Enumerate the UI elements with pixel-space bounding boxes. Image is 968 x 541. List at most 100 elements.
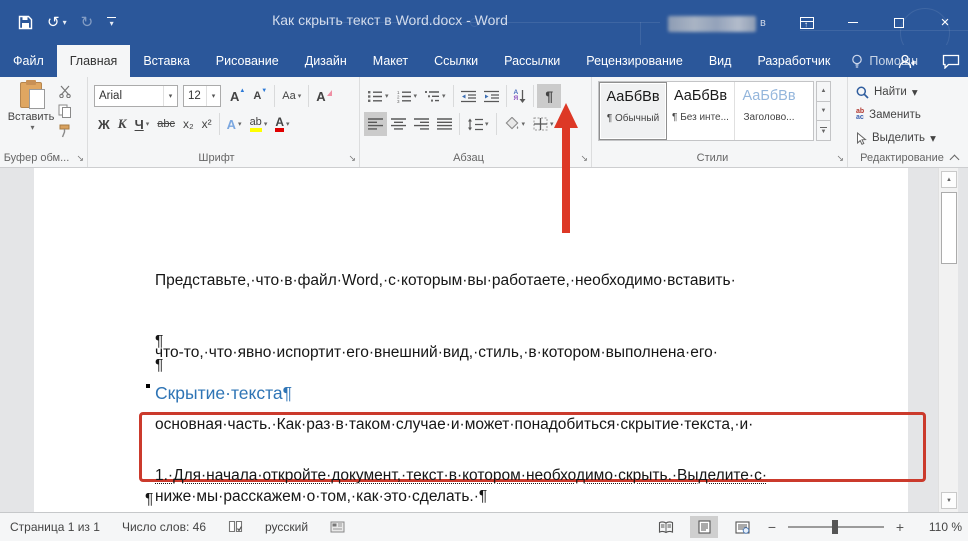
styles-dialog-launcher[interactable]: ↘: [836, 153, 844, 164]
scroll-down-icon: ▼: [946, 498, 952, 504]
styles-more-icon: ▼: [821, 129, 827, 135]
style-card-без-интервала[interactable]: АаБбВв ¶ Без инте...: [667, 82, 735, 140]
grow-font-button[interactable]: А▲: [226, 84, 249, 108]
scroll-up-button[interactable]: ▲: [941, 171, 957, 188]
styles-more-button[interactable]: ▼: [816, 121, 831, 141]
paragraph-group-label: Абзац: [360, 152, 577, 164]
multilevel-list-button[interactable]: ▾: [421, 84, 450, 108]
change-case-button[interactable]: Aa▾: [278, 84, 305, 108]
select-button[interactable]: Выделить ▾: [856, 129, 936, 147]
vertical-scrollbar[interactable]: ▲ ▼: [938, 168, 958, 512]
minimize-button[interactable]: [830, 0, 876, 45]
paragraph-dialog-launcher[interactable]: ↘: [580, 153, 588, 164]
styles-scroll-down-button[interactable]: ▼: [816, 102, 831, 122]
borders-icon: [533, 117, 548, 131]
lightbulb-icon: [851, 54, 863, 69]
tab-макет[interactable]: Макет: [360, 45, 421, 77]
tab-разработчик[interactable]: Разработчик: [744, 45, 843, 77]
word-count-status[interactable]: Число слов: 46: [122, 520, 206, 534]
italic-button[interactable]: К: [114, 112, 131, 136]
style-preview: АаБбВв: [742, 88, 795, 104]
zoom-out-button[interactable]: −: [766, 519, 778, 535]
proofing-status-icon[interactable]: [228, 520, 243, 534]
find-button[interactable]: Найти ▾: [856, 83, 936, 101]
replace-button[interactable]: abac Заменить: [856, 106, 936, 124]
tab-рассылки[interactable]: Рассылки: [491, 45, 573, 77]
align-center-button[interactable]: [387, 112, 410, 136]
text-effects-button[interactable]: А▾: [223, 112, 246, 136]
sort-button[interactable]: АЯ: [510, 84, 531, 108]
font-size-dropdown[interactable]: ▾: [206, 86, 220, 106]
macro-record-icon[interactable]: [330, 521, 345, 533]
highlight-button[interactable]: ab▾: [246, 112, 272, 136]
tab-вид[interactable]: Вид: [696, 45, 745, 77]
format-painter-icon[interactable]: [58, 124, 72, 138]
tab-рецензирование[interactable]: Рецензирование: [573, 45, 696, 77]
print-layout-button[interactable]: [690, 516, 718, 538]
justify-icon: [437, 118, 452, 130]
tab-файл[interactable]: Файл: [0, 45, 57, 77]
read-mode-button[interactable]: [652, 516, 680, 538]
zoom-in-button[interactable]: +: [894, 519, 906, 535]
page-number-status[interactable]: Страница 1 из 1: [10, 520, 100, 534]
font-name-dropdown[interactable]: ▾: [163, 86, 177, 106]
comment-icon[interactable]: [942, 54, 960, 69]
language-status[interactable]: русский: [265, 520, 308, 534]
maximize-button[interactable]: [876, 0, 922, 45]
superscript-button[interactable]: x²: [198, 112, 216, 136]
section-heading[interactable]: Скрытие·текста¶: [155, 383, 292, 404]
subscript-button[interactable]: x₂: [179, 112, 198, 136]
numbering-button[interactable]: 123 ▾: [393, 84, 422, 108]
select-label: Выделить: [872, 132, 925, 144]
red-arrow-shaft: [562, 127, 570, 233]
zoom-slider-thumb[interactable]: [832, 520, 838, 534]
zoom-slider[interactable]: [788, 526, 884, 528]
clipboard-dialog-launcher[interactable]: ↘: [76, 153, 84, 164]
copy-icon[interactable]: [58, 104, 72, 118]
web-layout-button[interactable]: [728, 516, 756, 538]
shrink-font-button[interactable]: А▼: [249, 84, 271, 108]
paste-button[interactable]: Вставить ▾: [8, 82, 54, 144]
cut-icon[interactable]: [58, 85, 73, 98]
underline-button[interactable]: Ч▾: [131, 112, 154, 136]
close-button[interactable]: ×: [922, 0, 968, 45]
tab-главная[interactable]: Главная: [57, 45, 131, 77]
styles-gallery-scroll: ▲ ▼ ▼: [816, 81, 831, 141]
style-name: ¶ Обычный: [607, 113, 659, 124]
clear-formatting-button[interactable]: А: [312, 84, 329, 108]
ribbon-display-options-button[interactable]: [784, 0, 830, 45]
ribbon-tabs: Файл Главная Вставка Рисование Дизайн Ма…: [0, 45, 968, 77]
clipboard-group-label: Буфер обм...: [0, 152, 73, 164]
decrease-indent-button[interactable]: [457, 84, 480, 108]
bullets-button[interactable]: ▾: [364, 84, 393, 108]
line-spacing-button[interactable]: ▾: [463, 112, 493, 136]
justify-button[interactable]: [433, 112, 456, 136]
style-card-заголовок[interactable]: АаБбВв Заголово...: [735, 82, 803, 140]
multilevel-list-icon: [425, 90, 440, 103]
styles-scroll-up-button[interactable]: ▲: [816, 81, 831, 102]
share-icon[interactable]: [898, 54, 916, 69]
font-size-combo[interactable]: 12 ▾: [183, 85, 221, 107]
shading-button[interactable]: ▾: [500, 112, 530, 136]
scroll-down-button[interactable]: ▼: [941, 492, 957, 509]
strikethrough-button[interactable]: abc: [153, 112, 179, 136]
collapse-ribbon-button[interactable]: [950, 155, 960, 161]
tab-ссылки[interactable]: Ссылки: [421, 45, 491, 77]
editing-group-label: Редактирование: [848, 152, 956, 164]
align-right-button[interactable]: [410, 112, 433, 136]
style-card-обычный[interactable]: АаБбВв ¶ Обычный: [599, 82, 667, 140]
increase-indent-button[interactable]: [480, 84, 503, 108]
increase-indent-icon: [484, 90, 499, 103]
scrollbar-thumb[interactable]: [941, 192, 957, 264]
align-left-button[interactable]: [364, 112, 387, 136]
tab-вставка[interactable]: Вставка: [130, 45, 202, 77]
tab-дизайн[interactable]: Дизайн: [292, 45, 360, 77]
bold-button[interactable]: Ж: [94, 112, 114, 136]
zoom-level[interactable]: 110 %: [916, 520, 962, 534]
tab-рисование[interactable]: Рисование: [203, 45, 292, 77]
font-name-combo[interactable]: Arial ▾: [94, 85, 178, 107]
font-color-button[interactable]: А▾: [271, 112, 293, 136]
scroll-down-icon: ▼: [821, 108, 827, 114]
font-dialog-launcher[interactable]: ↘: [348, 153, 356, 164]
close-icon: ×: [941, 14, 950, 31]
